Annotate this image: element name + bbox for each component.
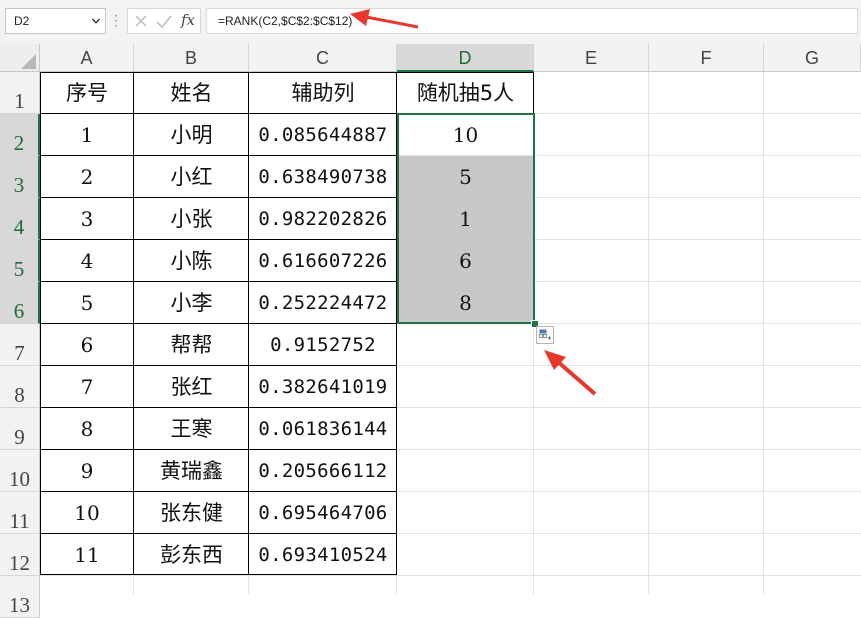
annotation-arrow-icon — [350, 9, 419, 29]
annotation-arrow-icon — [544, 350, 597, 396]
annotation-layer — [350, 9, 597, 396]
